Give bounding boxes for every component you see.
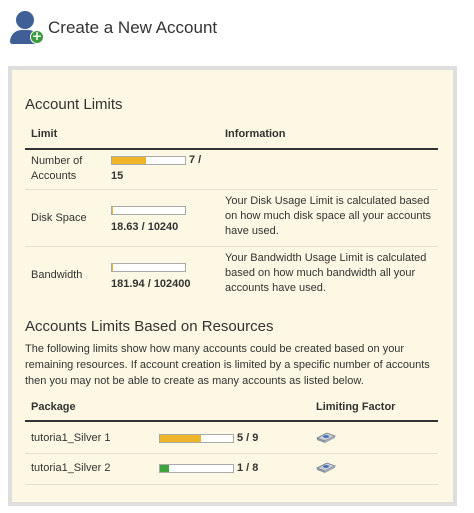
limiting-factor-column-header: Limiting Factor xyxy=(316,401,396,413)
row-divider xyxy=(25,453,438,454)
limit-row-info: Your Bandwidth Usage Limit is calculated… xyxy=(225,252,427,294)
row-divider xyxy=(25,246,438,247)
package-progress-fill xyxy=(160,465,170,472)
information-column-header: Information xyxy=(225,128,286,140)
disk-drive-icon xyxy=(316,432,336,443)
limit-row-label: Number of Accounts xyxy=(31,155,83,182)
limit-row-info: Your Disk Usage Limit is calculated base… xyxy=(225,195,432,237)
limit-row-value: 181.94 / 102400 xyxy=(111,278,191,290)
disk-drive-icon xyxy=(316,462,336,473)
account-limits-heading: Account Limits xyxy=(25,96,123,113)
package-name: tutoria1_Silver 2 xyxy=(31,462,111,474)
limit-progress-bar xyxy=(111,156,186,165)
limit-column-header: Limit xyxy=(31,128,58,140)
limit-progress-bar xyxy=(111,263,186,272)
package-name: tutoria1_Silver 1 xyxy=(31,432,111,444)
table-header-rule xyxy=(25,420,438,422)
row-divider xyxy=(25,189,438,190)
limit-row-label: Disk Space xyxy=(31,212,87,224)
account-limits-panel: Account Limits Limit Information Number … xyxy=(8,66,457,506)
limit-row-value-total: 15 xyxy=(111,170,124,182)
limit-row-label: Bandwidth xyxy=(31,269,83,281)
limit-progress-bar xyxy=(111,206,186,215)
resources-heading: Accounts Limits Based on Resources xyxy=(25,318,274,335)
package-limit-value: 5 / 9 xyxy=(237,432,259,444)
package-progress-bar xyxy=(159,434,234,443)
limit-progress-fill xyxy=(112,157,147,164)
package-progress-fill xyxy=(160,435,201,442)
limit-row-value: 7 / xyxy=(189,154,202,166)
page-title: Create a New Account xyxy=(48,18,218,37)
limit-row-value: 18.63 / 10240 xyxy=(111,221,179,233)
package-progress-bar xyxy=(159,464,234,473)
resources-description: The following limits show how many accou… xyxy=(25,343,430,387)
table-header-rule xyxy=(25,148,438,150)
row-divider xyxy=(25,484,438,485)
package-column-header: Package xyxy=(31,401,76,413)
page-header: + Create a New Account xyxy=(8,10,217,46)
add-user-icon: + xyxy=(8,10,46,46)
package-limit-value: 1 / 8 xyxy=(237,462,259,474)
